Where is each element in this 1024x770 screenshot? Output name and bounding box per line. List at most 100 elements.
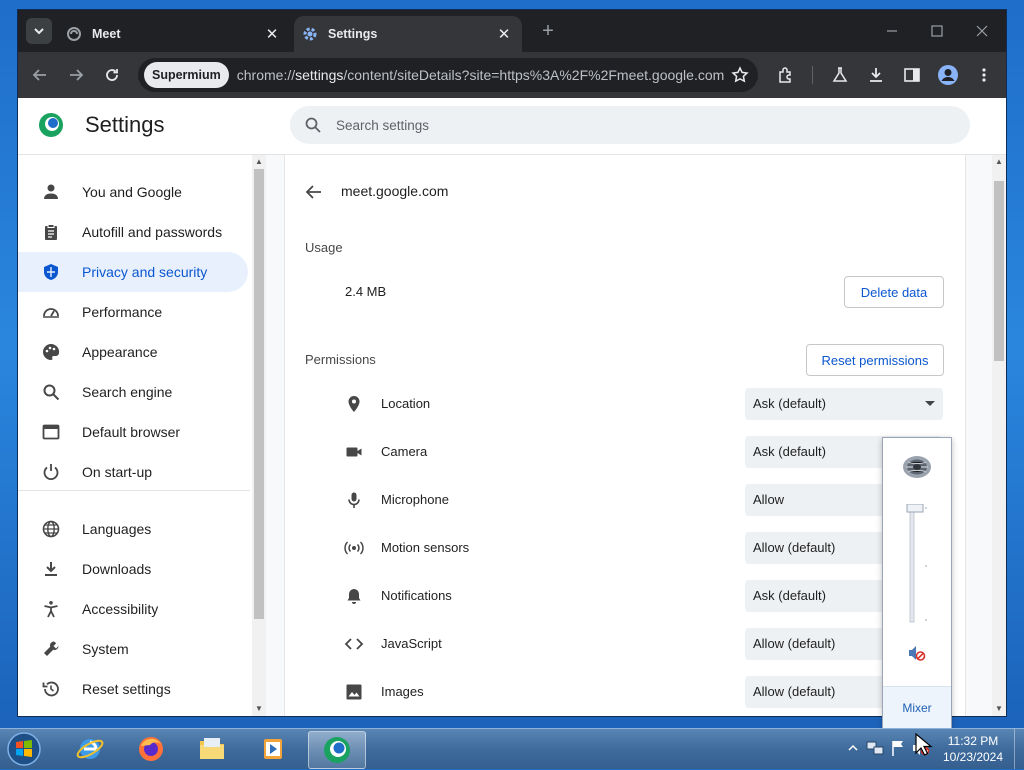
url-path: /content/siteDetails?site=https%3A%2F%2F… (343, 67, 725, 83)
show-desktop-button[interactable] (1014, 729, 1024, 769)
profile-avatar-icon[interactable] (936, 63, 960, 87)
sidebar-item-appearance[interactable]: Appearance (18, 332, 248, 372)
select-value: Allow (default) (753, 636, 836, 651)
tab-title: Meet (92, 27, 121, 41)
permission-label: JavaScript (381, 636, 442, 651)
speaker-device-icon[interactable] (900, 450, 934, 484)
browser-icon (40, 421, 62, 443)
tab-close-icon[interactable]: ✕ (494, 24, 514, 44)
sidebar-item-privacy[interactable]: Privacy and security (18, 252, 248, 292)
usage-heading: Usage (305, 240, 343, 255)
mute-speaker-icon[interactable] (907, 644, 927, 662)
image-icon (343, 681, 365, 703)
back-arrow-icon[interactable] (303, 181, 325, 203)
sidebar-scrollbar[interactable]: ▲ ▼ (252, 155, 266, 716)
sidebar-item-label: Appearance (82, 344, 158, 360)
maximize-icon (931, 25, 943, 37)
permission-row-motion-sensors: Motion sensors Allow (default) (285, 532, 965, 564)
supermium-logo-icon (38, 112, 64, 138)
arrow-right-icon (70, 69, 84, 81)
reload-button[interactable] (100, 63, 124, 87)
side-panel-icon[interactable] (900, 63, 924, 87)
back-button[interactable] (28, 63, 52, 87)
select-value: Allow (default) (753, 684, 836, 699)
download-icon (40, 558, 62, 580)
address-bar[interactable]: Supermium chrome://settings/content/site… (138, 58, 758, 92)
start-button[interactable] (4, 731, 44, 767)
minimize-button[interactable] (874, 18, 910, 44)
palette-icon (40, 341, 62, 363)
main-scroll-thumb[interactable] (994, 181, 1004, 361)
usage-value: 2.4 MB (345, 284, 387, 299)
scroll-down-arrow-icon[interactable]: ▼ (994, 704, 1004, 714)
sidebar-item-accessibility[interactable]: Accessibility (18, 589, 248, 629)
maximize-button[interactable] (919, 18, 955, 44)
show-hidden-icons-icon[interactable] (844, 739, 862, 757)
delete-data-button[interactable]: Delete data (844, 276, 944, 308)
tab-meet[interactable]: Meet ✕ (58, 16, 290, 52)
page-title: Settings (85, 112, 165, 137)
clipboard-icon (40, 221, 62, 243)
sidebar-item-on-startup[interactable]: On start-up (18, 452, 248, 492)
tab-close-icon[interactable]: ✕ (262, 24, 282, 44)
sidebar-item-label: Privacy and security (82, 264, 208, 280)
sidebar-item-downloads[interactable]: Downloads (18, 549, 248, 589)
sidebar-item-label: Search engine (82, 384, 173, 400)
bookmark-star-icon[interactable] (730, 65, 750, 85)
file-explorer-icon[interactable] (184, 731, 240, 767)
taskbar: 11:32 PM 10/23/2024 (0, 728, 1024, 769)
mixer-link[interactable]: Mixer (883, 701, 951, 715)
person-icon (40, 181, 62, 203)
sidebar-item-reset-settings[interactable]: Reset settings (18, 669, 248, 709)
supermium-taskbar-icon[interactable] (308, 731, 366, 769)
forward-button[interactable] (64, 63, 88, 87)
tab-title: Settings (328, 27, 378, 41)
tab-settings[interactable]: Settings ✕ (294, 16, 522, 52)
scroll-up-arrow-icon[interactable]: ▲ (994, 157, 1004, 167)
sidebar-item-label: System (82, 641, 129, 657)
sidebar-item-you-and-google[interactable]: You and Google (18, 172, 248, 212)
search-settings-input[interactable]: Search settings (290, 106, 970, 144)
location-select[interactable]: Ask (default) (745, 388, 943, 420)
permission-label: Images (381, 684, 424, 699)
sidebar-scroll-thumb[interactable] (254, 169, 264, 619)
wrench-icon (40, 638, 62, 660)
permission-row-images: Images Allow (default) (285, 676, 965, 708)
reset-permissions-button[interactable]: Reset permissions (806, 344, 944, 376)
mixer-bar: Mixer (883, 686, 951, 729)
sidebar-item-performance[interactable]: Performance (18, 292, 248, 332)
clock-time: 11:32 PM (947, 734, 999, 748)
site-chip[interactable]: Supermium (144, 62, 229, 88)
media-player-icon[interactable] (245, 731, 301, 767)
volume-slider[interactable] (905, 503, 927, 624)
browser-window: Meet ✕ Settings ✕ + Supermium chrome://s… (18, 10, 1006, 716)
scroll-down-arrow-icon[interactable]: ▼ (254, 704, 264, 714)
sidebar-item-autofill[interactable]: Autofill and passwords (18, 212, 248, 252)
new-tab-button[interactable]: + (538, 21, 558, 42)
internet-explorer-icon[interactable] (62, 731, 118, 767)
arrow-left-icon (32, 69, 46, 81)
download-icon[interactable] (864, 63, 888, 87)
action-center-flag-icon[interactable] (889, 739, 907, 757)
sidebar-item-system[interactable]: System (18, 629, 248, 669)
site-title: meet.google.com (341, 183, 449, 199)
volume-popup: Mixer (882, 437, 952, 729)
extensions-icon[interactable] (774, 63, 798, 87)
permission-label: Notifications (381, 588, 452, 603)
sidebar-item-search-engine[interactable]: Search engine (18, 372, 248, 412)
globe-icon (40, 518, 62, 540)
sidebar-item-default-browser[interactable]: Default browser (18, 412, 248, 452)
caret-down-icon (925, 401, 935, 406)
tab-search-button[interactable] (26, 18, 52, 44)
firefox-icon[interactable] (123, 731, 179, 767)
sidebar-item-languages[interactable]: Languages (18, 509, 248, 549)
more-menu-icon[interactable] (972, 63, 996, 87)
search-placeholder: Search settings (336, 117, 430, 133)
scroll-up-arrow-icon[interactable]: ▲ (254, 157, 264, 167)
main-scrollbar[interactable]: ▲ ▼ (992, 155, 1006, 716)
system-clock[interactable]: 11:32 PM 10/23/2024 (936, 733, 1010, 765)
labs-flask-icon[interactable] (828, 63, 852, 87)
network-icon[interactable] (866, 739, 884, 757)
close-window-button[interactable] (964, 18, 1000, 44)
toolbar-separator (812, 66, 813, 84)
